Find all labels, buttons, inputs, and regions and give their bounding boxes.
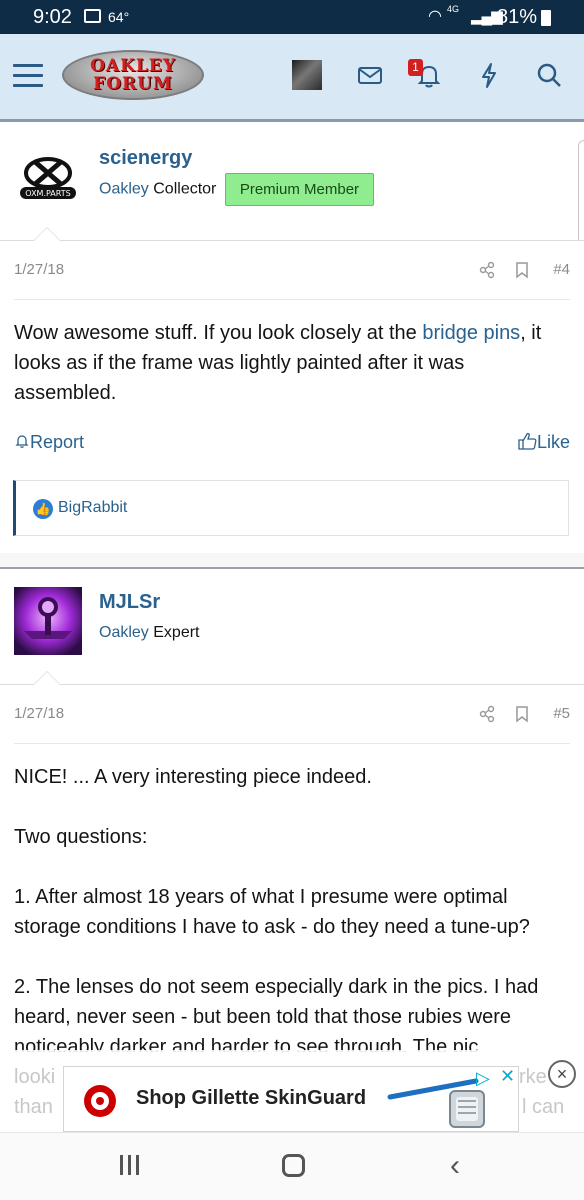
post-message-p4: 2. The lenses do not seem especially dar…	[14, 976, 539, 1052]
ad-dismiss-icon[interactable]: ✕	[500, 1066, 515, 1087]
wifi-icon: ◠	[428, 8, 442, 25]
back-icon[interactable]: ‹	[450, 1151, 460, 1181]
faded-text: looki	[14, 1066, 56, 1088]
user-title-brand: Oakley	[99, 624, 149, 641]
faded-text: l can	[522, 1096, 565, 1118]
post-message-p3: 1. After almost 18 years of what I presu…	[14, 886, 530, 938]
status-temperature: 64°	[108, 9, 130, 25]
user-title-brand: Oakley	[99, 180, 149, 198]
status-bar: 9:02 64° ◠ 4G ▂▄▆ 81%	[0, 0, 584, 34]
post-number[interactable]: #4	[553, 261, 570, 278]
post-username[interactable]: scienergy	[99, 147, 192, 170]
account-avatar[interactable]	[292, 60, 322, 90]
post-date[interactable]: 1/27/18	[14, 705, 64, 722]
likes-summary: 👍 BigRabbit	[13, 480, 569, 536]
post-meta: 1/27/18 #5	[14, 699, 570, 729]
bell-outline-icon	[15, 435, 29, 448]
post-body: 1/27/18 #5 NICE! ... A very interesting …	[0, 671, 584, 1052]
menu-icon[interactable]	[13, 64, 43, 88]
avatar-label: OXM.PARTS	[25, 189, 70, 198]
liked-by-user[interactable]: BigRabbit	[58, 499, 127, 517]
post-header: OXM.PARTS scienergy Oakley Collector Pre…	[0, 125, 584, 241]
ad-banner: looki rke than l can Shop Gillette SkinG…	[0, 1050, 584, 1132]
home-icon[interactable]	[282, 1154, 305, 1177]
adchoices-icon[interactable]: ▷	[476, 1068, 490, 1089]
target-logo-icon	[84, 1085, 116, 1117]
report-button[interactable]: Report	[14, 432, 84, 453]
post-header: MJLSr Oakley Expert	[0, 569, 584, 685]
post-4: OXM.PARTS scienergy Oakley Collector Pre…	[0, 125, 584, 567]
post-message: Wow awesome stuff. If you look closely a…	[14, 318, 570, 408]
post-message-p2: Two questions:	[14, 826, 148, 848]
post-arrow	[33, 227, 61, 241]
post-5: MJLSr Oakley Expert 1/27/18 #5 NICE! ...…	[0, 569, 584, 1052]
bridge-pins-link[interactable]: bridge pins	[422, 322, 520, 344]
meta-divider	[14, 299, 570, 300]
faded-text: rke	[519, 1066, 547, 1088]
ad-headline[interactable]: Shop Gillette SkinGuard	[136, 1087, 366, 1110]
share-icon[interactable]	[478, 261, 496, 279]
user-title-rank: Collector	[153, 180, 217, 198]
post-arrow	[33, 671, 61, 685]
user-title: Oakley Expert	[99, 624, 200, 642]
faded-text: than	[14, 1096, 53, 1118]
like-label: Like	[536, 432, 570, 452]
site-logo[interactable]: OAKLEY FORUM	[62, 50, 204, 100]
mail-icon[interactable]	[354, 59, 386, 91]
message-text: Wow awesome stuff. If you look closely a…	[14, 322, 423, 344]
share-icon[interactable]	[478, 705, 496, 723]
site-header: OAKLEY FORUM 1	[0, 34, 584, 122]
status-time: 9:02	[33, 6, 72, 28]
premium-member-badge: Premium Member	[224, 173, 375, 206]
battery-percent: 81%	[497, 6, 538, 28]
report-label: Report	[30, 432, 85, 452]
user-title: Oakley Collector Premium Member	[99, 173, 375, 206]
gallery-icon	[84, 9, 101, 23]
post-number[interactable]: #5	[553, 705, 570, 722]
post-body: 1/27/18 #4 Wow awesome stuff. If you loo…	[0, 227, 584, 567]
post-username[interactable]: MJLSr	[99, 591, 160, 614]
post-gap	[0, 553, 584, 567]
network-type: 4G	[447, 4, 460, 14]
close-ad-button[interactable]: ×	[548, 1060, 576, 1088]
like-button[interactable]: Like	[518, 432, 570, 453]
recent-apps-icon[interactable]	[120, 1155, 142, 1177]
post-date[interactable]: 1/27/18	[14, 261, 64, 278]
notification-badge[interactable]: 1	[408, 59, 423, 76]
post-meta: 1/27/18 #4	[14, 255, 570, 285]
like-reaction-icon: 👍	[33, 499, 53, 519]
user-title-rank: Expert	[153, 624, 200, 641]
lightning-icon[interactable]	[473, 59, 505, 91]
search-icon[interactable]	[533, 59, 565, 91]
bookmark-icon[interactable]	[513, 261, 531, 279]
post-actions: Report Like	[14, 432, 570, 458]
ad-content[interactable]: Shop Gillette SkinGuard	[63, 1066, 519, 1132]
user-avatar[interactable]	[14, 587, 82, 655]
bookmark-icon[interactable]	[513, 705, 531, 723]
system-navigation-bar: ‹	[0, 1132, 584, 1200]
user-avatar[interactable]: OXM.PARTS	[14, 143, 82, 211]
battery-icon	[541, 10, 551, 26]
logo-text: OAKLEY FORUM	[90, 56, 176, 94]
thumbs-up-icon	[518, 432, 537, 450]
post-message-p1: NICE! ... A very interesting piece indee…	[14, 766, 372, 788]
meta-divider	[14, 743, 570, 744]
